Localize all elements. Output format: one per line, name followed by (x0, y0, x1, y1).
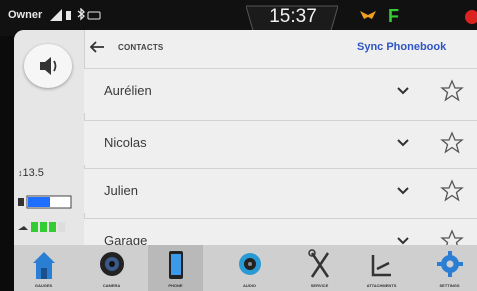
contact-row[interactable]: Nicolas (84, 120, 477, 165)
status-icons (50, 8, 101, 21)
contact-row[interactable]: Garage (84, 218, 477, 246)
page-title: CONTACTS (118, 43, 164, 52)
favorite-star-icon[interactable] (440, 179, 464, 203)
dock-audio[interactable]: AUDIO (222, 245, 277, 291)
contact-name: Julien (104, 183, 138, 198)
contact-name: Nicolas (104, 135, 147, 150)
chevron-down-icon[interactable] (396, 83, 410, 97)
clock: 15:37 (269, 6, 317, 27)
alert-indicator-icon (465, 10, 477, 24)
battery-gauge (18, 195, 72, 209)
favorite-star-icon[interactable] (440, 79, 464, 103)
infotainment-screen: Owner 15:37 F ↕13.5 CONTACTS Sync Phoneb… (0, 0, 477, 291)
fuel-warning-icon (360, 11, 376, 19)
dock-label: PHONE (168, 283, 183, 288)
favorite-star-icon[interactable] (440, 229, 464, 246)
dock-label: ATTACHMENTS (366, 283, 397, 288)
odometer-value: 13.5 (22, 167, 44, 179)
dock-attachments[interactable]: ATTACHMENTS (354, 245, 409, 291)
camera-icon (100, 252, 124, 276)
home-icon (33, 252, 55, 279)
chevron-down-icon[interactable] (396, 135, 410, 149)
attachments-icon (371, 255, 391, 277)
back-arrow-icon[interactable] (88, 38, 106, 56)
contact-name: Aurélien (104, 83, 152, 98)
sync-phonebook-button[interactable]: Sync Phonebook (357, 41, 446, 53)
contact-row[interactable]: Julien (84, 168, 477, 213)
contact-row[interactable]: Aurélien (84, 68, 477, 113)
phone-icon (169, 251, 183, 279)
speaker-volume-icon (40, 57, 57, 75)
dock-label: SERVICE (310, 283, 329, 288)
chevron-down-icon[interactable] (396, 183, 410, 197)
dock-phone[interactable]: PHONE (148, 245, 203, 291)
dock-label: AUDIO (243, 283, 256, 288)
tools-icon (308, 249, 330, 278)
bluetooth-icon (77, 8, 85, 21)
battery-icon (18, 198, 24, 206)
dock-gauges[interactable]: GAUGES (16, 245, 71, 291)
dock-label: GAUGES (34, 283, 53, 288)
dock-label: CAMERA (102, 283, 121, 288)
odometer-readout: ↕13.5 (18, 167, 44, 179)
dock-label: SETTINGS (439, 283, 460, 288)
volume-button[interactable] (24, 44, 72, 88)
gear-indicator: F (388, 6, 399, 26)
dock-settings[interactable]: SETTINGS (422, 245, 477, 291)
speaker-icon (239, 253, 261, 275)
dock-service[interactable]: SERVICE (292, 245, 347, 291)
message-icon (87, 11, 101, 20)
battery-status-icon (66, 11, 71, 20)
signal-icon (50, 9, 62, 21)
profile-name[interactable]: Owner (8, 9, 42, 21)
oil-gauge (18, 222, 65, 232)
favorite-star-icon[interactable] (440, 131, 464, 155)
dock-camera[interactable]: CAMERA (84, 245, 139, 291)
settings-gear-icon (437, 251, 463, 277)
oil-can-icon (18, 226, 28, 230)
